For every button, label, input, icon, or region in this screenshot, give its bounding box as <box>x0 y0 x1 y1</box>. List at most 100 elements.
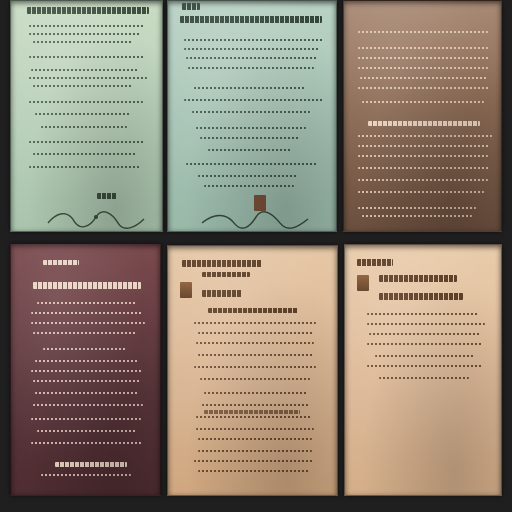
text-line <box>367 313 479 315</box>
text-line <box>358 135 492 137</box>
text-line <box>33 85 133 87</box>
text-line <box>35 392 139 394</box>
text-line <box>198 332 314 334</box>
sheet-6-title-small <box>357 259 393 266</box>
text-line <box>204 392 308 394</box>
document-sheet-1 <box>10 0 163 232</box>
text-line <box>29 77 147 79</box>
text-line <box>194 322 316 324</box>
sheet-4-footer-heading <box>55 462 127 467</box>
text-line <box>358 67 488 69</box>
document-sheet-4 <box>10 243 161 496</box>
text-line <box>31 442 143 444</box>
text-line <box>33 41 133 43</box>
text-line <box>29 33 141 35</box>
text-line <box>184 39 324 41</box>
text-line <box>37 302 137 304</box>
text-line <box>43 348 127 350</box>
text-line <box>41 474 131 476</box>
text-line <box>31 418 141 420</box>
text-line <box>379 377 469 379</box>
text-line <box>358 191 484 193</box>
text-line <box>33 404 143 406</box>
text-line <box>186 57 318 59</box>
text-line <box>196 342 314 344</box>
text-line <box>29 166 141 168</box>
sheet-2-heading <box>180 16 322 23</box>
text-line <box>186 163 318 165</box>
sheet-4-heading-small <box>43 260 79 265</box>
text-line <box>200 137 300 139</box>
letterhead-logo <box>180 282 192 298</box>
signature-mark <box>97 193 117 199</box>
text-line <box>31 322 145 324</box>
text-line <box>192 111 310 113</box>
text-line <box>362 101 484 103</box>
text-line <box>367 323 485 325</box>
text-line <box>358 155 488 157</box>
text-line <box>31 370 143 372</box>
sheet-5-subsection <box>204 410 300 414</box>
text-line <box>194 87 306 89</box>
text-line <box>369 333 481 335</box>
text-line <box>29 141 145 143</box>
text-line <box>31 69 139 71</box>
seal-emblem <box>254 195 266 211</box>
text-line <box>358 167 490 169</box>
sheet-5-subtitle <box>202 272 250 277</box>
text-line <box>202 404 310 406</box>
text-line <box>37 430 137 432</box>
ornament-flourish <box>47 211 145 229</box>
text-line <box>184 48 320 50</box>
document-sheet-3 <box>343 0 502 232</box>
text-line <box>29 25 145 27</box>
text-line <box>29 101 143 103</box>
document-sheet-2 <box>167 0 337 232</box>
text-line <box>358 179 488 181</box>
text-line <box>367 343 483 345</box>
text-line <box>196 416 312 418</box>
text-line <box>35 360 139 362</box>
text-line <box>198 354 314 356</box>
document-sheet-6 <box>344 244 502 496</box>
text-line <box>362 215 472 217</box>
text-line <box>200 378 310 380</box>
text-line <box>358 145 490 147</box>
text-line <box>41 126 127 128</box>
sheet-1-heading <box>27 7 149 14</box>
text-line <box>194 366 316 368</box>
text-line <box>33 380 141 382</box>
text-line <box>194 460 314 462</box>
ornament-flourish <box>201 211 309 229</box>
text-line <box>358 207 476 209</box>
letterhead-logo <box>357 275 369 291</box>
text-line <box>33 153 137 155</box>
text-line <box>35 113 131 115</box>
text-line <box>29 56 145 58</box>
text-line <box>358 31 488 33</box>
sheet-6-heading <box>379 275 457 282</box>
text-line <box>198 175 298 177</box>
sheet-6-subheading <box>379 293 463 300</box>
text-line <box>367 365 483 367</box>
text-line <box>358 47 488 49</box>
text-line <box>33 332 137 334</box>
sheet-5-title <box>182 260 262 267</box>
sheet-5-section <box>208 308 298 313</box>
text-line <box>31 312 143 314</box>
text-line <box>360 77 488 79</box>
text-line <box>208 149 292 151</box>
text-line <box>198 438 312 440</box>
text-line <box>375 355 475 357</box>
text-line <box>198 470 310 472</box>
sheet-3-subheading <box>368 121 480 126</box>
text-line <box>188 67 314 69</box>
sheet-4-heading <box>33 282 141 289</box>
document-sheet-5 <box>167 245 338 496</box>
text-line <box>358 87 490 89</box>
text-line <box>358 57 490 59</box>
text-line <box>198 450 312 452</box>
text-line <box>204 185 294 187</box>
sheet-5-heading <box>202 290 242 297</box>
text-line <box>196 428 314 430</box>
